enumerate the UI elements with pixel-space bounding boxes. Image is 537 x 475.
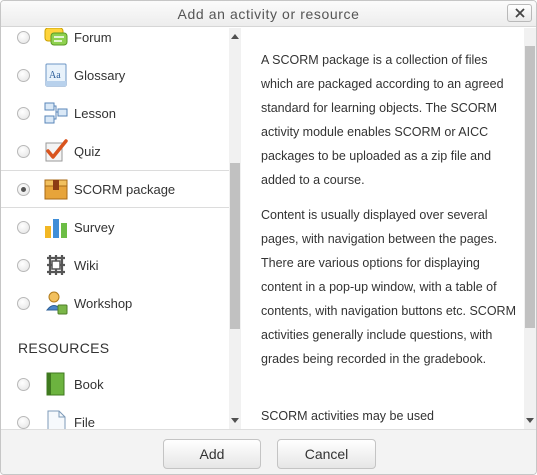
svg-text:Aa: Aa xyxy=(49,70,61,81)
option-label-file: File xyxy=(74,414,95,430)
dialog-title: Add an activity or resource xyxy=(177,6,360,22)
lesson-icon xyxy=(44,102,68,124)
radio-glossary[interactable] xyxy=(17,68,30,82)
workshop-icon xyxy=(45,291,68,315)
option-label-scorm-package: SCORM package xyxy=(74,181,176,197)
module-options-list: Forum Aa Glossary Lesson Quiz SCORM pack… xyxy=(1,28,241,429)
option-label-lesson: Lesson xyxy=(74,105,116,121)
option-scorm-package[interactable]: SCORM package xyxy=(1,170,229,208)
add-button[interactable]: Add xyxy=(163,439,261,469)
file-icon xyxy=(47,410,66,429)
module-description-pane: A SCORM package is a collection of files… xyxy=(242,28,524,429)
survey-icon xyxy=(45,219,67,238)
option-file[interactable]: File xyxy=(1,403,229,429)
radio-wiki[interactable] xyxy=(17,258,30,272)
radio-survey[interactable] xyxy=(17,220,30,234)
radio-book[interactable] xyxy=(17,377,30,391)
option-label-forum: Forum xyxy=(74,29,112,45)
option-book[interactable]: Book xyxy=(1,365,229,403)
radio-lesson[interactable] xyxy=(17,106,30,120)
close-icon xyxy=(514,8,525,18)
option-workshop[interactable]: Workshop xyxy=(1,284,229,322)
close-button[interactable] xyxy=(507,4,532,22)
radio-forum[interactable] xyxy=(17,30,30,44)
glossary-icon: Aa xyxy=(45,63,67,87)
option-lesson[interactable]: Lesson xyxy=(1,94,229,132)
option-label-wiki: Wiki xyxy=(74,257,99,273)
add-activity-dialog: Add an activity or resource Forum Aa Glo… xyxy=(0,0,537,475)
option-forum[interactable]: Forum xyxy=(1,28,229,56)
radio-quiz[interactable] xyxy=(17,144,30,158)
option-survey[interactable]: Survey xyxy=(1,208,229,246)
option-glossary[interactable]: Aa Glossary xyxy=(1,56,229,94)
description-paragraph: A SCORM package is a collection of files… xyxy=(261,53,504,187)
options-scrollbar[interactable] xyxy=(229,28,241,429)
resources-heading: RESOURCES xyxy=(18,340,110,356)
radio-scorm-package[interactable] xyxy=(17,182,30,196)
radio-file[interactable] xyxy=(17,415,30,429)
option-label-glossary: Glossary xyxy=(74,67,126,83)
description-paragraph: Content is usually displayed over severa… xyxy=(261,208,516,366)
scroll-up-arrow-icon[interactable] xyxy=(231,34,239,39)
option-label-survey: Survey xyxy=(74,219,115,235)
option-label-book: Book xyxy=(74,376,104,392)
option-label-quiz: Quiz xyxy=(74,143,101,159)
description-scrollbar[interactable] xyxy=(524,28,536,429)
forum-icon xyxy=(44,28,68,46)
scroll-down-arrow-icon[interactable] xyxy=(526,418,534,423)
radio-workshop[interactable] xyxy=(17,296,30,310)
quiz-icon xyxy=(45,139,68,162)
option-quiz[interactable]: Quiz xyxy=(1,132,229,170)
book-icon xyxy=(46,372,65,396)
description-paragraph: SCORM activities may be used xyxy=(261,409,434,423)
description-scrollbar-thumb[interactable] xyxy=(525,46,535,328)
cancel-button[interactable]: Cancel xyxy=(277,439,376,469)
options-scrollbar-thumb[interactable] xyxy=(230,163,240,329)
dialog-header: Add an activity or resource xyxy=(1,1,536,27)
dialog-footer: Add Cancel xyxy=(1,429,536,474)
scroll-down-arrow-icon[interactable] xyxy=(231,418,239,423)
wiki-icon xyxy=(47,255,65,275)
option-wiki[interactable]: Wiki xyxy=(1,246,229,284)
scorm-package-icon xyxy=(44,179,68,200)
option-label-workshop: Workshop xyxy=(74,295,133,311)
